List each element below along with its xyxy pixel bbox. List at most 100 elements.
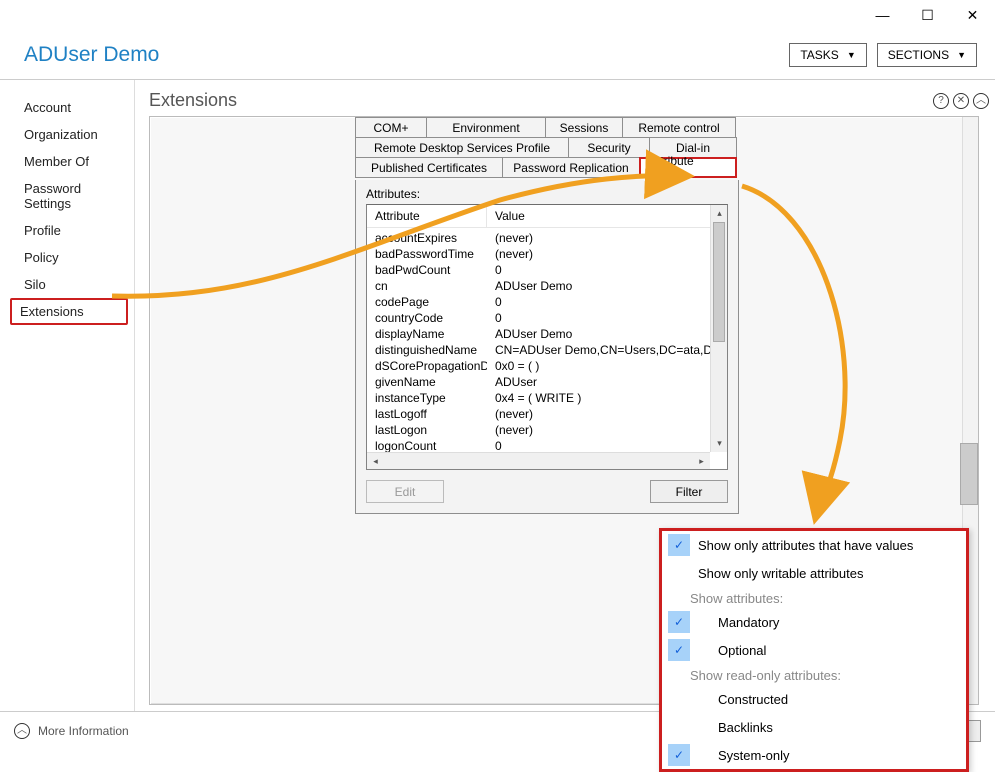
attributes-list[interactable]: Attribute Value accountExpires(never)bad… [366, 204, 728, 470]
tab-complus[interactable]: COM+ [355, 117, 427, 138]
check-icon: ✓ [670, 613, 688, 631]
attribute-row[interactable]: givenNameADUser [367, 374, 710, 390]
attribute-row[interactable]: badPwdCount0 [367, 262, 710, 278]
sidebar-item-extensions[interactable]: Extensions [10, 298, 128, 325]
col-header-value[interactable]: Value [487, 205, 727, 228]
tab-sessions[interactable]: Sessions [545, 117, 623, 138]
attribute-value: ADUser [487, 374, 710, 390]
tab-security[interactable]: Security [568, 137, 650, 158]
tasks-button-label: TASKS [800, 48, 838, 62]
attribute-value: 0 [487, 262, 710, 278]
scroll-down-icon[interactable]: ▾ [711, 435, 728, 452]
filter-menu-item[interactable]: Optional [698, 643, 766, 658]
attribute-row[interactable]: logonCount0 [367, 438, 710, 452]
tab-password-replication[interactable]: Password Replication [502, 157, 640, 178]
attribute-name: logonCount [367, 438, 487, 452]
attribute-name: displayName [367, 326, 487, 342]
list-vertical-scrollbar[interactable]: ▴ ▾ [710, 205, 727, 452]
window-minimize-button[interactable]: — [860, 0, 905, 30]
sections-button[interactable]: SECTIONS ▼ [877, 43, 977, 67]
sidebar-item-profile[interactable]: Profile [0, 217, 134, 244]
filter-menu-item[interactable]: Constructed [698, 692, 788, 707]
col-header-attribute[interactable]: Attribute [367, 205, 487, 228]
section-heading: Extensions [149, 90, 237, 111]
attribute-row[interactable]: dSCorePropagationD...0x0 = ( ) [367, 358, 710, 374]
attribute-value: (never) [487, 246, 710, 262]
attribute-row[interactable]: displayNameADUser Demo [367, 326, 710, 342]
attribute-value: ADUser Demo [487, 278, 710, 294]
tab-published-certs[interactable]: Published Certificates [355, 157, 503, 178]
attribute-name: accountExpires [367, 230, 487, 246]
attribute-editor-panel: Attributes: Attribute Value accountExpir… [355, 180, 739, 514]
sidebar-item-account[interactable]: Account [0, 94, 134, 121]
window-maximize-button[interactable]: ☐ [905, 0, 950, 30]
scroll-left-icon[interactable]: ◂ [367, 453, 384, 470]
attribute-value: 0x0 = ( ) [487, 358, 710, 374]
sidebar-item-organization[interactable]: Organization [0, 121, 134, 148]
sidebar-item-password-settings[interactable]: Password Settings [0, 175, 134, 217]
dropdown-icon: ▼ [847, 50, 856, 60]
attribute-value: 0x4 = ( WRITE ) [487, 390, 710, 406]
attribute-row[interactable]: accountExpires(never) [367, 230, 710, 246]
sidebar-item-member-of[interactable]: Member Of [0, 148, 134, 175]
attribute-row[interactable]: cnADUser Demo [367, 278, 710, 294]
attribute-value: CN=ADUser Demo,CN=Users,DC=ata,DC=lo [487, 342, 710, 358]
window-close-button[interactable]: ✕ [950, 0, 995, 30]
filter-section-title: Show attributes: [662, 587, 966, 608]
check-icon [670, 564, 688, 582]
attribute-name: codePage [367, 294, 487, 310]
attribute-row[interactable]: lastLogon(never) [367, 422, 710, 438]
attribute-row[interactable]: instanceType0x4 = ( WRITE ) [367, 390, 710, 406]
list-horizontal-scrollbar[interactable]: ◂ ▸ [367, 452, 710, 469]
check-icon [670, 690, 688, 708]
tasks-button[interactable]: TASKS ▼ [789, 43, 866, 67]
attribute-value: 0 [487, 294, 710, 310]
sidebar: Account Organization Member Of Password … [0, 80, 135, 711]
filter-button[interactable]: Filter [650, 480, 728, 503]
tab-remote-control[interactable]: Remote control [622, 117, 736, 138]
attribute-name: instanceType [367, 390, 487, 406]
attribute-value: 0 [487, 438, 710, 452]
filter-menu-item[interactable]: System-only [698, 748, 790, 763]
attribute-row[interactable]: badPasswordTime(never) [367, 246, 710, 262]
sidebar-item-policy[interactable]: Policy [0, 244, 134, 271]
filter-menu[interactable]: ✓ Show only attributes that have values … [659, 528, 969, 772]
filter-menu-item[interactable]: Show only attributes that have values [698, 538, 913, 553]
filter-section-title: Show read-only attributes: [662, 664, 966, 685]
filter-menu-item[interactable]: Mandatory [698, 615, 779, 630]
attribute-row[interactable]: distinguishedNameCN=ADUser Demo,CN=Users… [367, 342, 710, 358]
attribute-value: 0 [487, 310, 710, 326]
close-section-icon[interactable]: ✕ [953, 93, 969, 109]
scroll-right-icon[interactable]: ▸ [693, 453, 710, 470]
attribute-row[interactable]: codePage0 [367, 294, 710, 310]
attribute-name: givenName [367, 374, 487, 390]
scroll-up-icon[interactable]: ▴ [711, 205, 728, 222]
attribute-value: (never) [487, 230, 710, 246]
tab-attribute-editor[interactable]: Attribute Editor [639, 157, 737, 178]
attribute-name: lastLogon [367, 422, 487, 438]
attribute-row[interactable]: countryCode0 [367, 310, 710, 326]
check-icon [670, 718, 688, 736]
page-title: ADUser Demo [24, 43, 159, 67]
filter-menu-item[interactable]: Backlinks [698, 720, 773, 735]
attribute-row[interactable]: lastLogoff(never) [367, 406, 710, 422]
attribute-name: badPasswordTime [367, 246, 487, 262]
filter-menu-item[interactable]: Show only writable attributes [698, 566, 863, 581]
more-information-link[interactable]: More Information [38, 724, 129, 738]
attribute-name: cn [367, 278, 487, 294]
edit-button: Edit [366, 480, 444, 503]
tab-rds-profile[interactable]: Remote Desktop Services Profile [355, 137, 569, 158]
scrollbar-thumb[interactable] [713, 222, 725, 342]
sections-button-label: SECTIONS [888, 48, 949, 62]
help-icon[interactable]: ? [933, 93, 949, 109]
sidebar-item-silo[interactable]: Silo [0, 271, 134, 298]
attribute-name: badPwdCount [367, 262, 487, 278]
expand-icon[interactable]: ︿ [14, 723, 30, 739]
attributes-label: Attributes: [366, 187, 728, 201]
attribute-name: dSCorePropagationD... [367, 358, 487, 374]
attribute-value: (never) [487, 406, 710, 422]
collapse-icon[interactable]: ︿ [973, 93, 989, 109]
dropdown-icon: ▼ [957, 50, 966, 60]
attribute-value: (never) [487, 422, 710, 438]
tab-environment[interactable]: Environment [426, 117, 546, 138]
